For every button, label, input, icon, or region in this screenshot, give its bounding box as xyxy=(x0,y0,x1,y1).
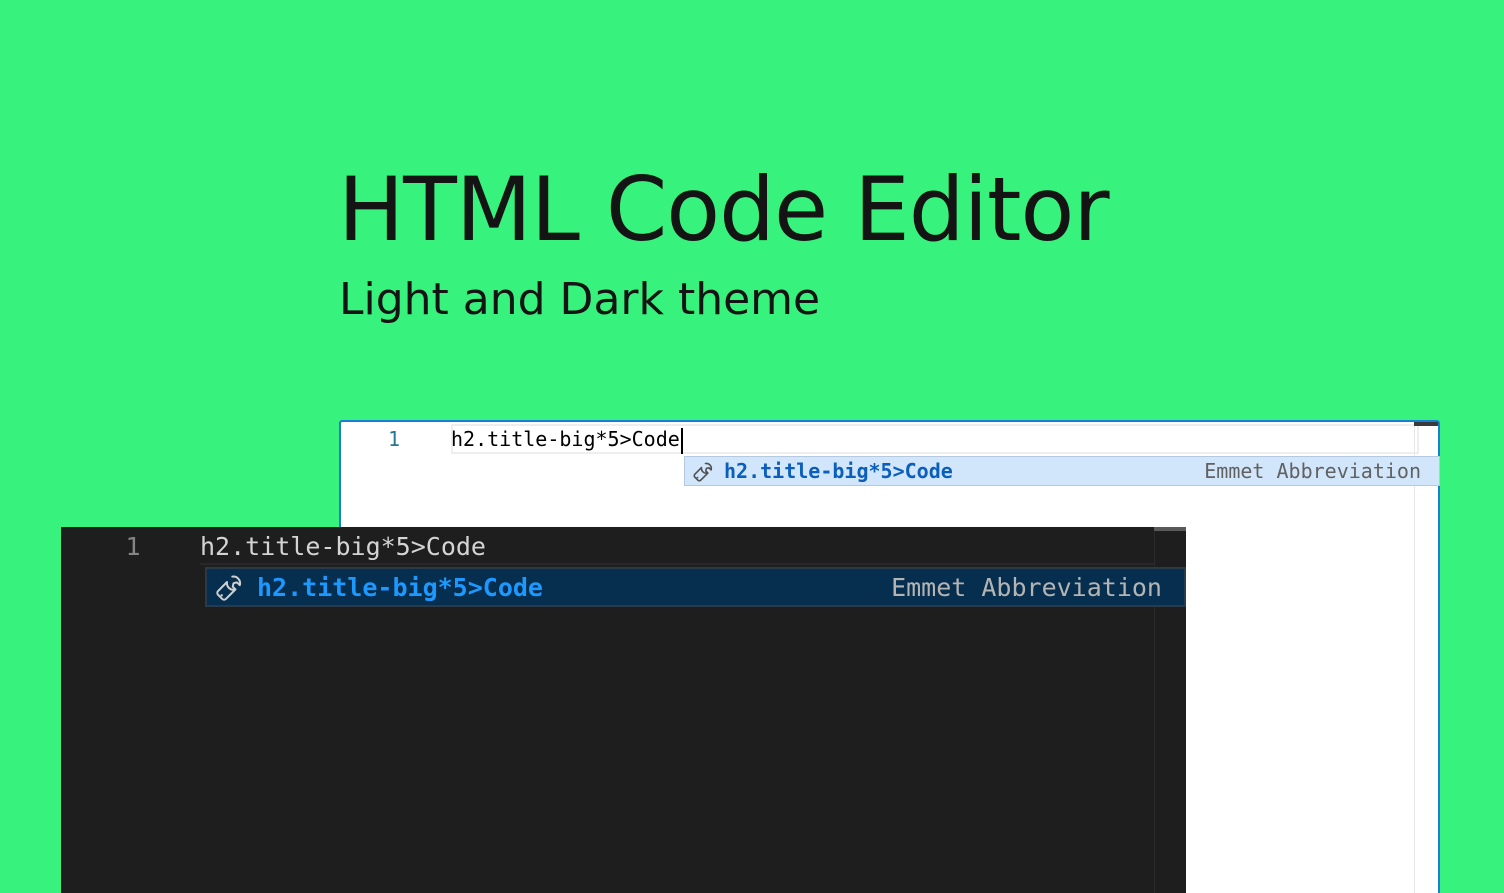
suggestion-label: h2.title-big*5>Code xyxy=(724,459,953,483)
code-text[interactable]: h2.title-big*5>Code xyxy=(200,529,486,565)
suggestion-detail: Emmet Abbreviation xyxy=(1204,459,1421,483)
wrench-icon xyxy=(216,575,242,601)
line-number: 1 xyxy=(387,427,401,451)
suggestion-detail: Emmet Abbreviation xyxy=(891,573,1162,602)
scrollbar-thumb[interactable] xyxy=(1154,527,1186,531)
line-number: 1 xyxy=(125,532,141,561)
vertical-scrollbar[interactable] xyxy=(1414,422,1438,893)
suggestion-item[interactable]: h2.title-big*5>Code Emmet Abbreviation xyxy=(684,456,1440,486)
code-line[interactable]: h2.title-big*5>Code xyxy=(451,425,683,454)
page-subtitle: Light and Dark theme xyxy=(339,274,821,325)
suggestion-label: h2.title-big*5>Code xyxy=(257,573,543,602)
code-text[interactable]: h2.title-big*5>Code xyxy=(451,427,680,451)
wrench-icon xyxy=(693,462,713,482)
page-title: HTML Code Editor xyxy=(338,158,1110,261)
dark-theme-editor[interactable]: 1 h2.title-big*5>Code h2.title-big*5>Cod… xyxy=(61,527,1186,893)
suggestion-item[interactable]: h2.title-big*5>Code Emmet Abbreviation xyxy=(205,567,1186,607)
text-cursor xyxy=(680,427,683,454)
scrollbar-thumb[interactable] xyxy=(1414,422,1438,426)
page-background: HTML Code Editor Light and Dark theme 1 … xyxy=(0,0,1504,893)
